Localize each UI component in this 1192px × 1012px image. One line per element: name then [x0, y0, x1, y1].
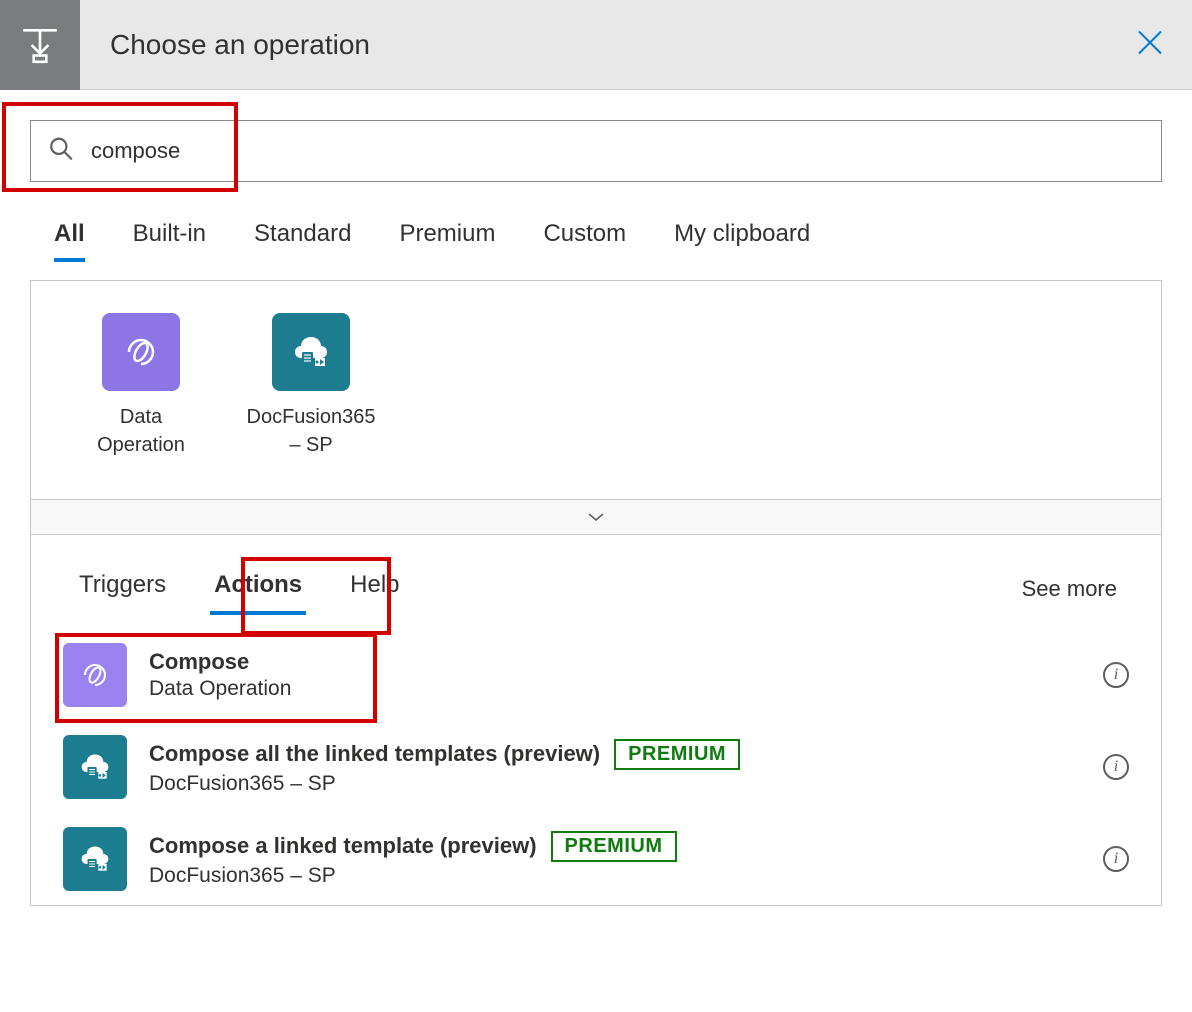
action-title: Compose a linked template (preview)	[149, 833, 537, 859]
see-more-link[interactable]: See more	[1022, 576, 1117, 602]
data-operation-icon	[102, 313, 180, 391]
premium-badge: PREMIUM	[551, 831, 677, 862]
actions-list: ComposeData OperationiCompose all the li…	[31, 615, 1161, 905]
tab-standard[interactable]: Standard	[254, 220, 351, 262]
expand-toggle[interactable]	[31, 499, 1161, 535]
connector-label: DocFusion365 – SP	[247, 403, 376, 459]
tab-premium[interactable]: Premium	[399, 220, 495, 262]
docfusion-icon	[63, 827, 127, 891]
results-panel: Data Operation DocFusion365 – SP Triggers…	[30, 280, 1162, 906]
action-subtitle: DocFusion365 – SP	[149, 864, 1103, 888]
action-subtitle: DocFusion365 – SP	[149, 772, 1103, 796]
tab-custom[interactable]: Custom	[543, 220, 626, 262]
subtab-actions[interactable]: Actions	[210, 563, 306, 615]
action-text: Compose all the linked templates (previe…	[149, 739, 1103, 796]
action-item[interactable]: ComposeData Operationi	[51, 629, 1141, 721]
tab-all[interactable]: All	[54, 220, 85, 262]
action-title: Compose	[149, 649, 249, 675]
category-tabs: All Built-in Standard Premium Custom My clipb…	[54, 220, 1192, 262]
subtab-triggers[interactable]: Triggers	[75, 563, 170, 615]
info-icon[interactable]: i	[1103, 846, 1129, 872]
action-item[interactable]: Compose all the linked templates (previe…	[51, 721, 1141, 813]
docfusion-icon	[272, 313, 350, 391]
premium-badge: PREMIUM	[614, 739, 740, 770]
search-input[interactable]	[30, 120, 1162, 182]
search-wrapper	[30, 120, 1162, 182]
info-icon[interactable]: i	[1103, 754, 1129, 780]
docfusion-icon	[63, 735, 127, 799]
close-icon[interactable]	[1136, 28, 1164, 61]
subtab-help[interactable]: Help	[346, 563, 403, 615]
tab-built-in[interactable]: Built-in	[133, 220, 206, 262]
dialog-title: Choose an operation	[110, 29, 370, 61]
action-text: ComposeData Operation	[149, 649, 1103, 701]
action-text: Compose a linked template (preview) PREMI…	[149, 831, 1103, 888]
action-subtitle: Data Operation	[149, 677, 1103, 701]
search-icon	[48, 136, 74, 167]
data-operation-icon	[63, 643, 127, 707]
dialog-header: Choose an operation	[0, 0, 1192, 90]
subtabs-row: Triggers Actions Help See more	[31, 535, 1161, 615]
info-icon[interactable]: i	[1103, 662, 1129, 688]
action-title: Compose all the linked templates (previe…	[149, 741, 600, 767]
connectors-row: Data Operation DocFusion365 – SP	[31, 281, 1161, 499]
action-item[interactable]: Compose a linked template (preview) PREMI…	[51, 813, 1141, 905]
tab-my-clipboard[interactable]: My clipboard	[674, 220, 810, 262]
connector-label: Data Operation	[81, 403, 201, 459]
connector-docfusion[interactable]: DocFusion365 – SP	[251, 313, 371, 459]
operation-header-icon	[0, 0, 80, 90]
connector-data-operation[interactable]: Data Operation	[81, 313, 201, 459]
subtabs: Triggers Actions Help	[75, 563, 404, 615]
